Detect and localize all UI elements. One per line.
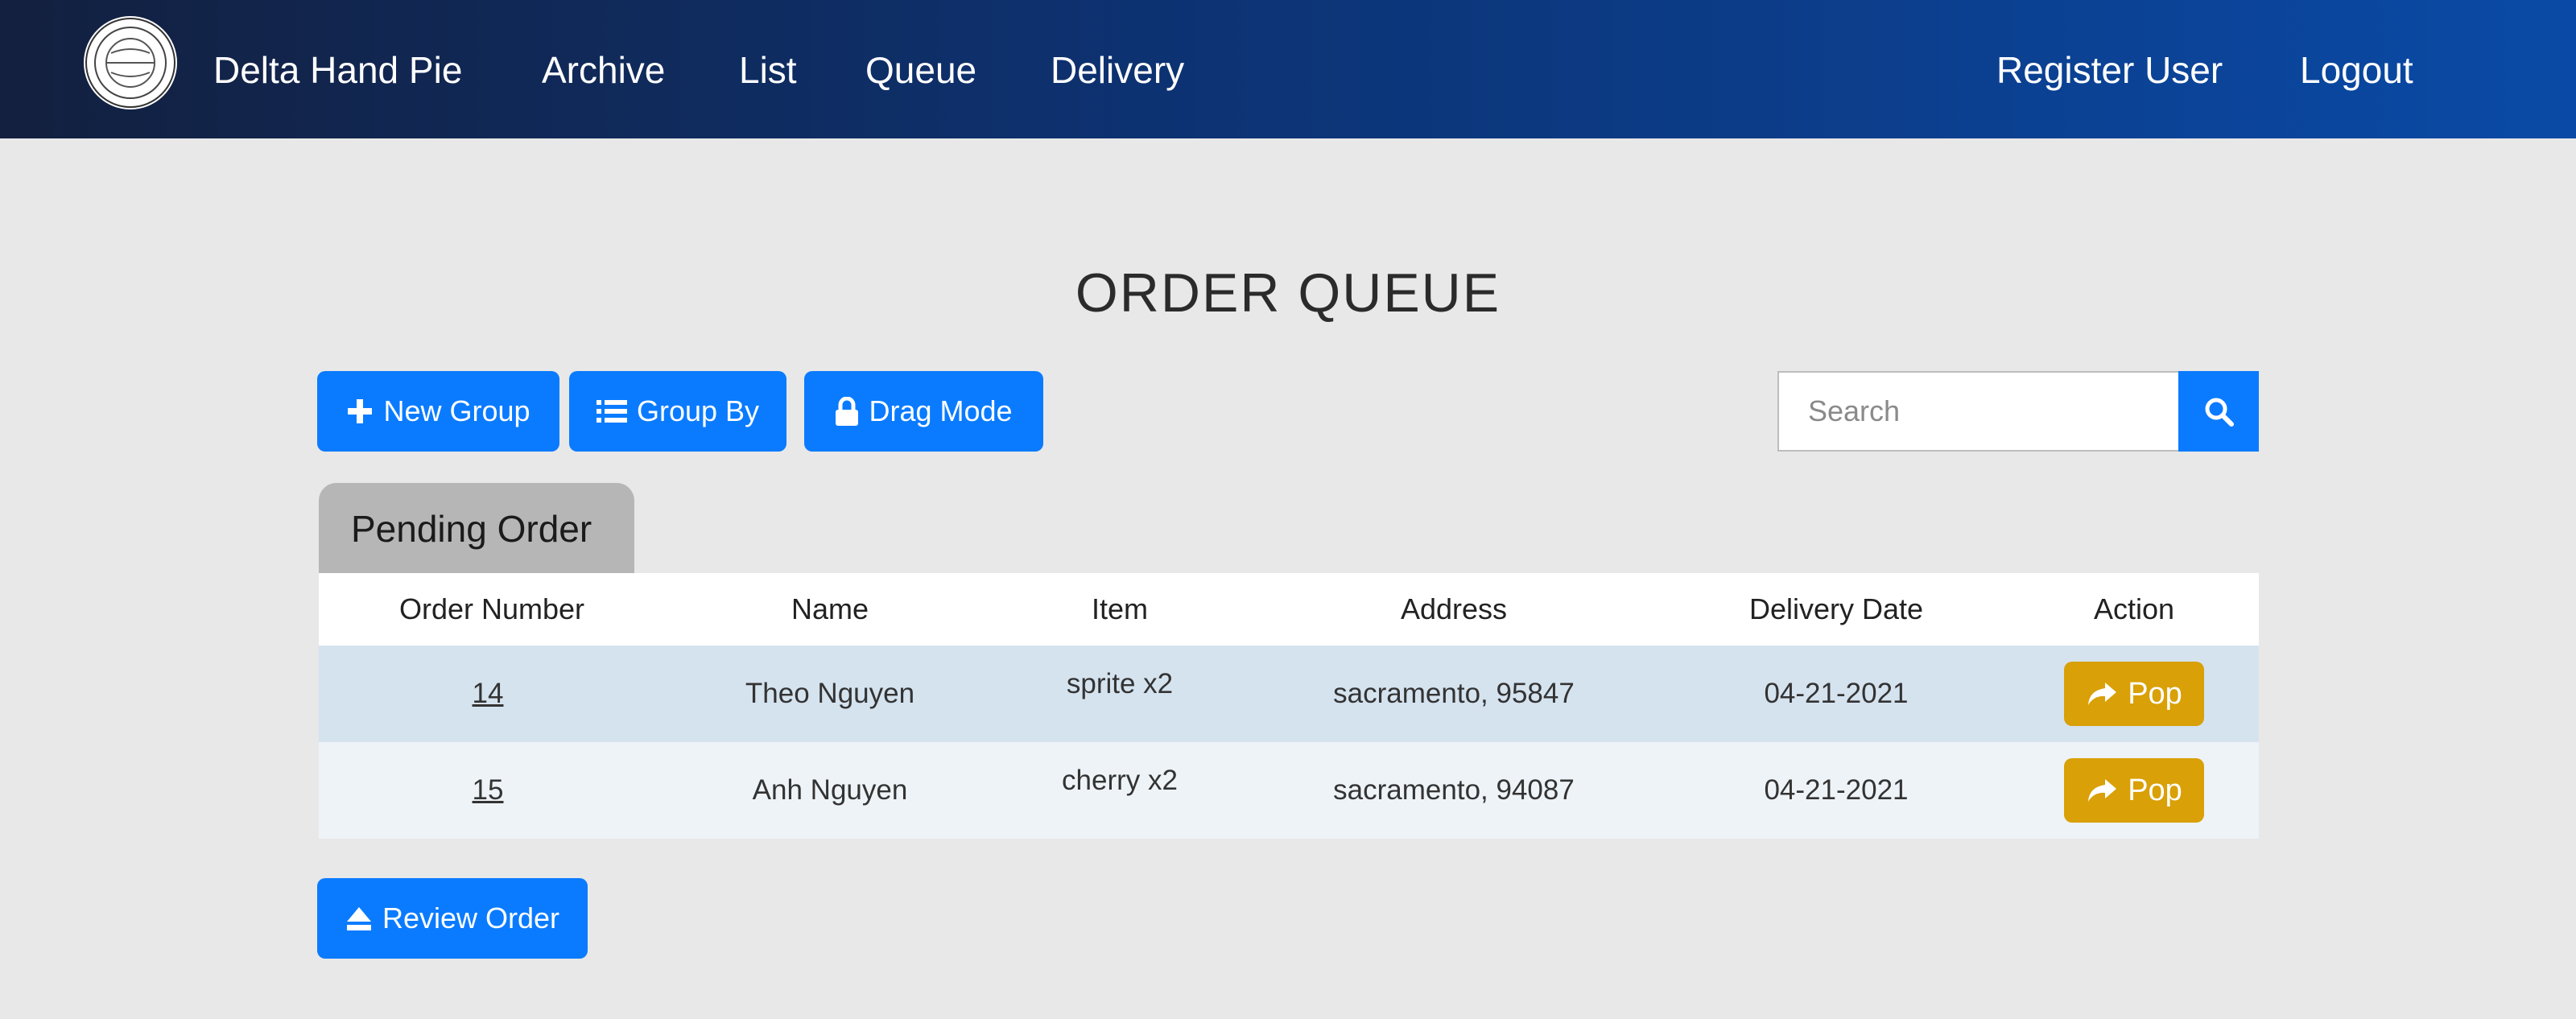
- column-header-order-number: Order Number: [398, 592, 585, 625]
- column-header-address: Address: [1400, 592, 1508, 625]
- logo-seal-icon: [85, 18, 175, 108]
- action-cell: Pop: [2009, 646, 2259, 742]
- table-row[interactable]: 15 Anh Nguyen cherry x2 sacramento, 9408…: [319, 742, 2259, 839]
- address-cell: sacramento, 95847: [1333, 678, 1575, 709]
- search-input[interactable]: [1777, 371, 2178, 452]
- table-header-row: Order Number Name Item Address Delivery …: [319, 573, 2259, 646]
- delivery-date-cell: 04-21-2021: [1764, 678, 1909, 709]
- list-icon: [596, 400, 627, 423]
- name-cell: Anh Nguyen: [752, 774, 908, 806]
- group-by-button[interactable]: Group By: [569, 371, 786, 452]
- nav-link-logout[interactable]: Logout: [2300, 42, 2413, 98]
- share-icon: [2088, 779, 2117, 802]
- review-order-label: Review Order: [382, 901, 560, 934]
- group-tab-pending-order[interactable]: Pending Order: [319, 483, 634, 575]
- order-number-link[interactable]: 14: [473, 678, 504, 710]
- new-group-button[interactable]: New Group: [317, 371, 559, 452]
- plus-icon: [348, 399, 373, 423]
- lock-icon: [836, 397, 859, 426]
- pop-button[interactable]: Pop: [2064, 758, 2204, 823]
- nav-link-archive[interactable]: Archive: [542, 42, 665, 98]
- eject-icon: [346, 907, 371, 930]
- pop-label: Pop: [2128, 773, 2182, 807]
- column-header-name: Name: [791, 592, 869, 625]
- order-number-cell: 14: [319, 646, 657, 742]
- drag-mode-label: Drag Mode: [869, 394, 1013, 427]
- review-order-button[interactable]: Review Order: [317, 878, 588, 959]
- pop-label: Pop: [2128, 676, 2182, 711]
- group-by-label: Group By: [636, 394, 760, 427]
- new-group-label: New Group: [383, 394, 530, 427]
- column-header-item: Item: [1091, 592, 1148, 625]
- item-cell: sprite x2: [1066, 668, 1174, 699]
- delivery-date-cell: 04-21-2021: [1764, 774, 1909, 806]
- page-title: ORDER QUEUE: [1075, 262, 1501, 324]
- brand-logo[interactable]: [84, 16, 177, 109]
- table-row[interactable]: 14 Theo Nguyen sprite x2 sacramento, 958…: [319, 646, 2259, 742]
- nav-link-queue[interactable]: Queue: [865, 42, 976, 98]
- name-cell: Theo Nguyen: [745, 678, 915, 709]
- top-navbar: Delta Hand Pie Archive List Queue Delive…: [0, 0, 2576, 138]
- search-icon: [2205, 398, 2234, 427]
- nav-brand-link[interactable]: Delta Hand Pie: [213, 42, 462, 98]
- order-number-cell: 15: [319, 742, 657, 839]
- orders-table: Order Number Name Item Address Delivery …: [319, 573, 2259, 839]
- nav-link-list[interactable]: List: [739, 42, 797, 98]
- item-cell: cherry x2: [1062, 765, 1178, 796]
- column-header-delivery-date: Delivery Date: [1748, 592, 1924, 625]
- drag-mode-button[interactable]: Drag Mode: [804, 371, 1043, 452]
- share-icon: [2088, 683, 2117, 705]
- column-header-action: Action: [2093, 592, 2175, 625]
- pop-button[interactable]: Pop: [2064, 662, 2204, 726]
- action-cell: Pop: [2009, 742, 2259, 839]
- order-number-link[interactable]: 15: [473, 774, 504, 807]
- nav-link-register-user[interactable]: Register User: [1996, 42, 2223, 98]
- search-button[interactable]: [2178, 371, 2259, 452]
- address-cell: sacramento, 94087: [1333, 774, 1575, 806]
- nav-link-delivery[interactable]: Delivery: [1051, 42, 1184, 98]
